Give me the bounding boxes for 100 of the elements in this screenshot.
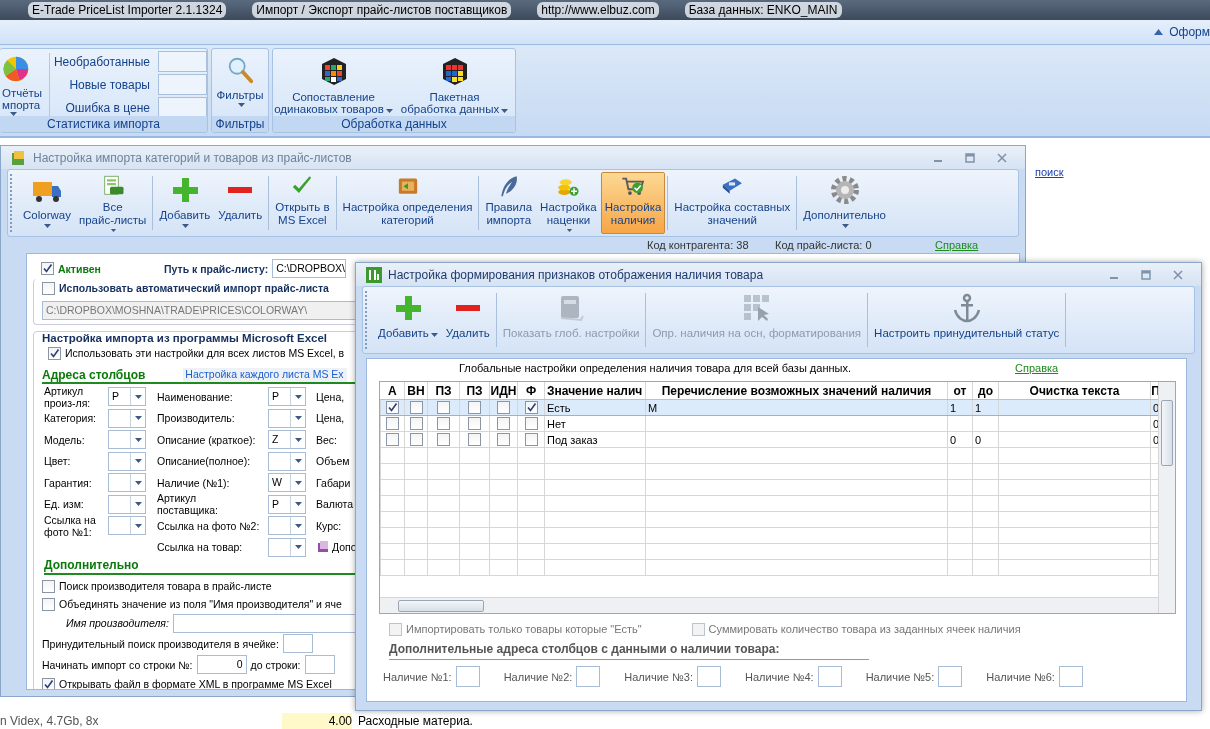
input-field[interactable] [576, 666, 601, 687]
collapse-icon[interactable] [1154, 29, 1164, 35]
ribbon-tab[interactable]: Оформ [1169, 25, 1210, 39]
checkbox[interactable] [468, 417, 481, 431]
input-field[interactable] [938, 666, 963, 687]
checkbox[interactable] [409, 433, 423, 447]
scrollbar[interactable] [1158, 382, 1175, 613]
checkbox[interactable] [468, 433, 481, 447]
ribbon-button[interactable]: Сопоставление одинаковых товаров [273, 49, 394, 116]
checkbox[interactable] [437, 401, 450, 415]
input-field[interactable] [304, 655, 335, 674]
toolbar-button[interactable]: Дополнительно [799, 172, 890, 234]
input-field[interactable] [455, 666, 480, 687]
column-header[interactable]: Ф [517, 382, 545, 400]
checkbox[interactable] [497, 433, 510, 447]
dropdown-field[interactable]: W [268, 473, 306, 493]
checkbox[interactable] [437, 417, 450, 431]
table-cell: 0 [947, 431, 973, 448]
dropdown-field[interactable]: P [108, 387, 146, 407]
column-header[interactable]: ИДН [489, 382, 518, 400]
window-subtitle: Импорт / Экспорт прайс-листов поставщиков [252, 2, 512, 18]
toolbar-button[interactable]: Настройка наценки [536, 172, 601, 234]
dropdown-field[interactable] [108, 516, 146, 536]
dropdown-field[interactable]: P [268, 494, 306, 514]
close-icon[interactable] [1173, 269, 1183, 280]
scrollbar[interactable] [380, 597, 1158, 613]
dropdown-field[interactable] [108, 430, 146, 450]
column-header[interactable]: ПЗ [459, 382, 490, 400]
checkbox[interactable] [409, 417, 423, 431]
checkbox[interactable] [42, 597, 55, 611]
dropdown-field[interactable] [108, 408, 146, 428]
maximize-icon[interactable] [965, 152, 975, 163]
dropdown-field[interactable] [268, 451, 306, 471]
checkbox[interactable] [41, 262, 54, 275]
dropdown-field[interactable] [108, 451, 146, 471]
toolbar-button[interactable]: Настройка определения категорий [338, 172, 477, 234]
checkbox[interactable] [48, 346, 61, 360]
input-field[interactable]: C:\DROPBOX\ [272, 259, 347, 278]
dropdown-field[interactable] [268, 516, 306, 536]
column-header[interactable]: Значение налич [544, 382, 646, 400]
table-cell: Расходные материа. [358, 714, 473, 728]
column-header[interactable]: Перечисление возможных значений наличия [645, 382, 948, 400]
checkbox[interactable] [468, 401, 481, 415]
toolbar-button[interactable]: Все прайс-листы [74, 172, 151, 234]
input-field[interactable] [282, 634, 313, 653]
input-field[interactable] [696, 666, 721, 687]
column-header[interactable]: до [972, 382, 999, 400]
checkbox[interactable] [386, 417, 399, 431]
toolbar-button[interactable]: Настройка наличия [600, 172, 666, 234]
checkbox[interactable] [386, 433, 399, 447]
toolbar-button[interactable]: Удалить [214, 172, 267, 234]
column-header[interactable]: ВН [404, 382, 428, 400]
maximize-icon[interactable] [1141, 269, 1151, 280]
checkbox[interactable] [437, 433, 450, 447]
checkbox[interactable] [409, 401, 423, 415]
link[interactable]: Настройка каждого листа MS Ex [183, 368, 348, 382]
ribbon-button[interactable]: Отчёты мпорта [0, 49, 45, 116]
checkbox[interactable] [497, 401, 510, 415]
section-title: Дополнительные адреса столбцов с данными о наличии товара: [389, 642, 869, 660]
checkbox[interactable] [497, 417, 510, 431]
table-row[interactable]: Есть M 1 1 0 [380, 399, 1158, 416]
field-label: Курс: [316, 519, 342, 532]
ribbon-button[interactable]: Фильтры [212, 49, 268, 108]
close-icon[interactable] [997, 152, 1007, 163]
column-header[interactable]: ПЗ [427, 382, 460, 400]
dropdown-field[interactable]: P [268, 387, 306, 407]
checkbox[interactable] [524, 433, 538, 447]
checkbox[interactable] [42, 281, 55, 295]
counter-label: Ошибка в цене [65, 100, 150, 115]
toolbar-button[interactable]: Удалить [441, 289, 494, 351]
help-link[interactable]: Справка [1015, 362, 1059, 374]
input-field[interactable] [1058, 666, 1083, 687]
toolbar-button[interactable]: Открыть в MS Excel [271, 172, 334, 234]
toolbar-button[interactable]: Настроить принудительный статус [870, 289, 1064, 351]
dropdown-field[interactable] [108, 473, 146, 493]
dropdown-field[interactable] [268, 408, 306, 428]
toolbar-button[interactable]: Добавить [155, 172, 215, 234]
toolbar-button[interactable]: Настройка составных значений [670, 172, 795, 234]
app-icon [366, 266, 382, 283]
checkbox[interactable] [42, 579, 55, 593]
input-field[interactable] [817, 666, 842, 687]
toolbar-button[interactable]: Правила импорта [481, 172, 537, 234]
dropdown-field[interactable] [108, 494, 146, 514]
ribbon-button[interactable]: Пакетная обработка данных [394, 49, 515, 116]
checkbox[interactable] [524, 417, 538, 431]
link[interactable]: поиск [1035, 166, 1064, 178]
column-header[interactable]: от [947, 382, 973, 400]
toolbar-button[interactable]: Добавить [374, 289, 442, 351]
column-header[interactable]: Очистка текста [998, 382, 1151, 400]
table-row[interactable]: Нет 0 [380, 415, 1158, 432]
dropdown-field[interactable]: Z [268, 430, 306, 450]
table-row[interactable]: Под заказ 0 0 0 [380, 431, 1158, 448]
field-label: Начинать импорт со строки №: [42, 658, 193, 671]
dropdown-field[interactable] [268, 537, 306, 557]
input-field[interactable]: 0 [196, 655, 247, 674]
column-header[interactable]: А [380, 382, 405, 400]
checkbox[interactable] [386, 401, 399, 415]
checkbox[interactable] [42, 677, 55, 689]
checkbox[interactable] [524, 401, 538, 415]
toolbar-button[interactable]: Colorway [19, 172, 75, 234]
